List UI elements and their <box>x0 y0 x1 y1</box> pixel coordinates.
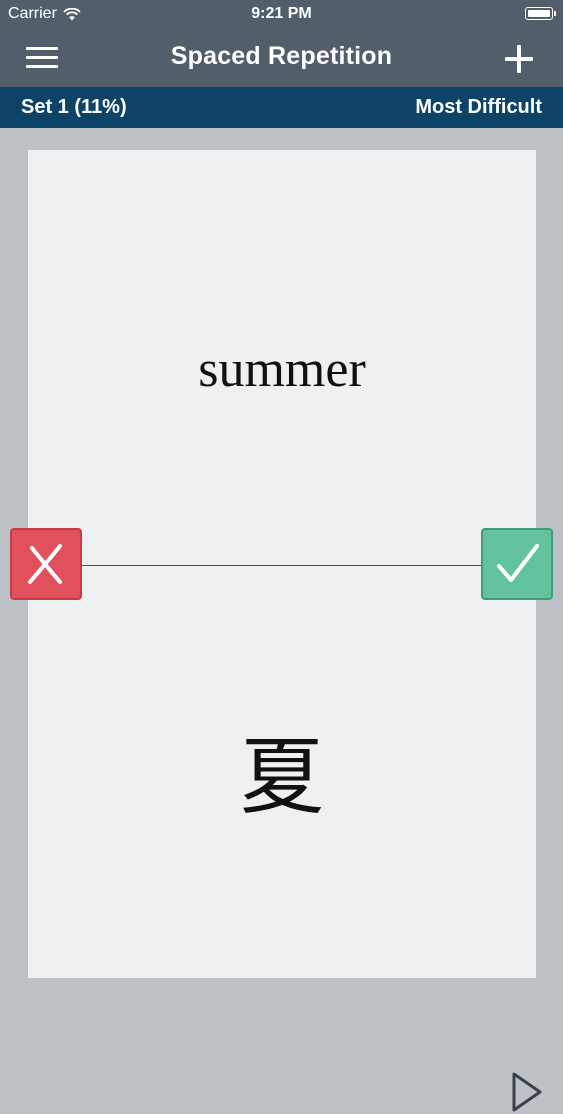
set-progress-label[interactable]: Set 1 (11%) <box>21 96 127 119</box>
page-title: Spaced Repetition <box>170 42 393 70</box>
set-info-bar: Set 1 (11%) Most Difficult <box>0 87 563 128</box>
difficulty-filter[interactable]: Most Difficult <box>415 96 542 119</box>
card-divider <box>82 565 482 566</box>
correct-button[interactable] <box>481 528 553 600</box>
x-icon <box>28 544 62 584</box>
battery-icon <box>525 7 556 20</box>
card-front-text: summer <box>198 341 366 398</box>
status-bar: Carrier 9:21 PM <box>0 0 563 30</box>
plus-icon[interactable] <box>505 45 533 73</box>
flashcard[interactable]: summer 夏 <box>28 150 542 1112</box>
card-back-text: 夏 <box>239 728 324 826</box>
navigation-bar: Spaced Repetition <box>0 30 563 87</box>
checkmark-icon <box>497 544 539 582</box>
play-icon[interactable] <box>509 1070 545 1114</box>
status-time: 9:21 PM <box>251 5 312 22</box>
wrong-button[interactable] <box>10 528 82 600</box>
